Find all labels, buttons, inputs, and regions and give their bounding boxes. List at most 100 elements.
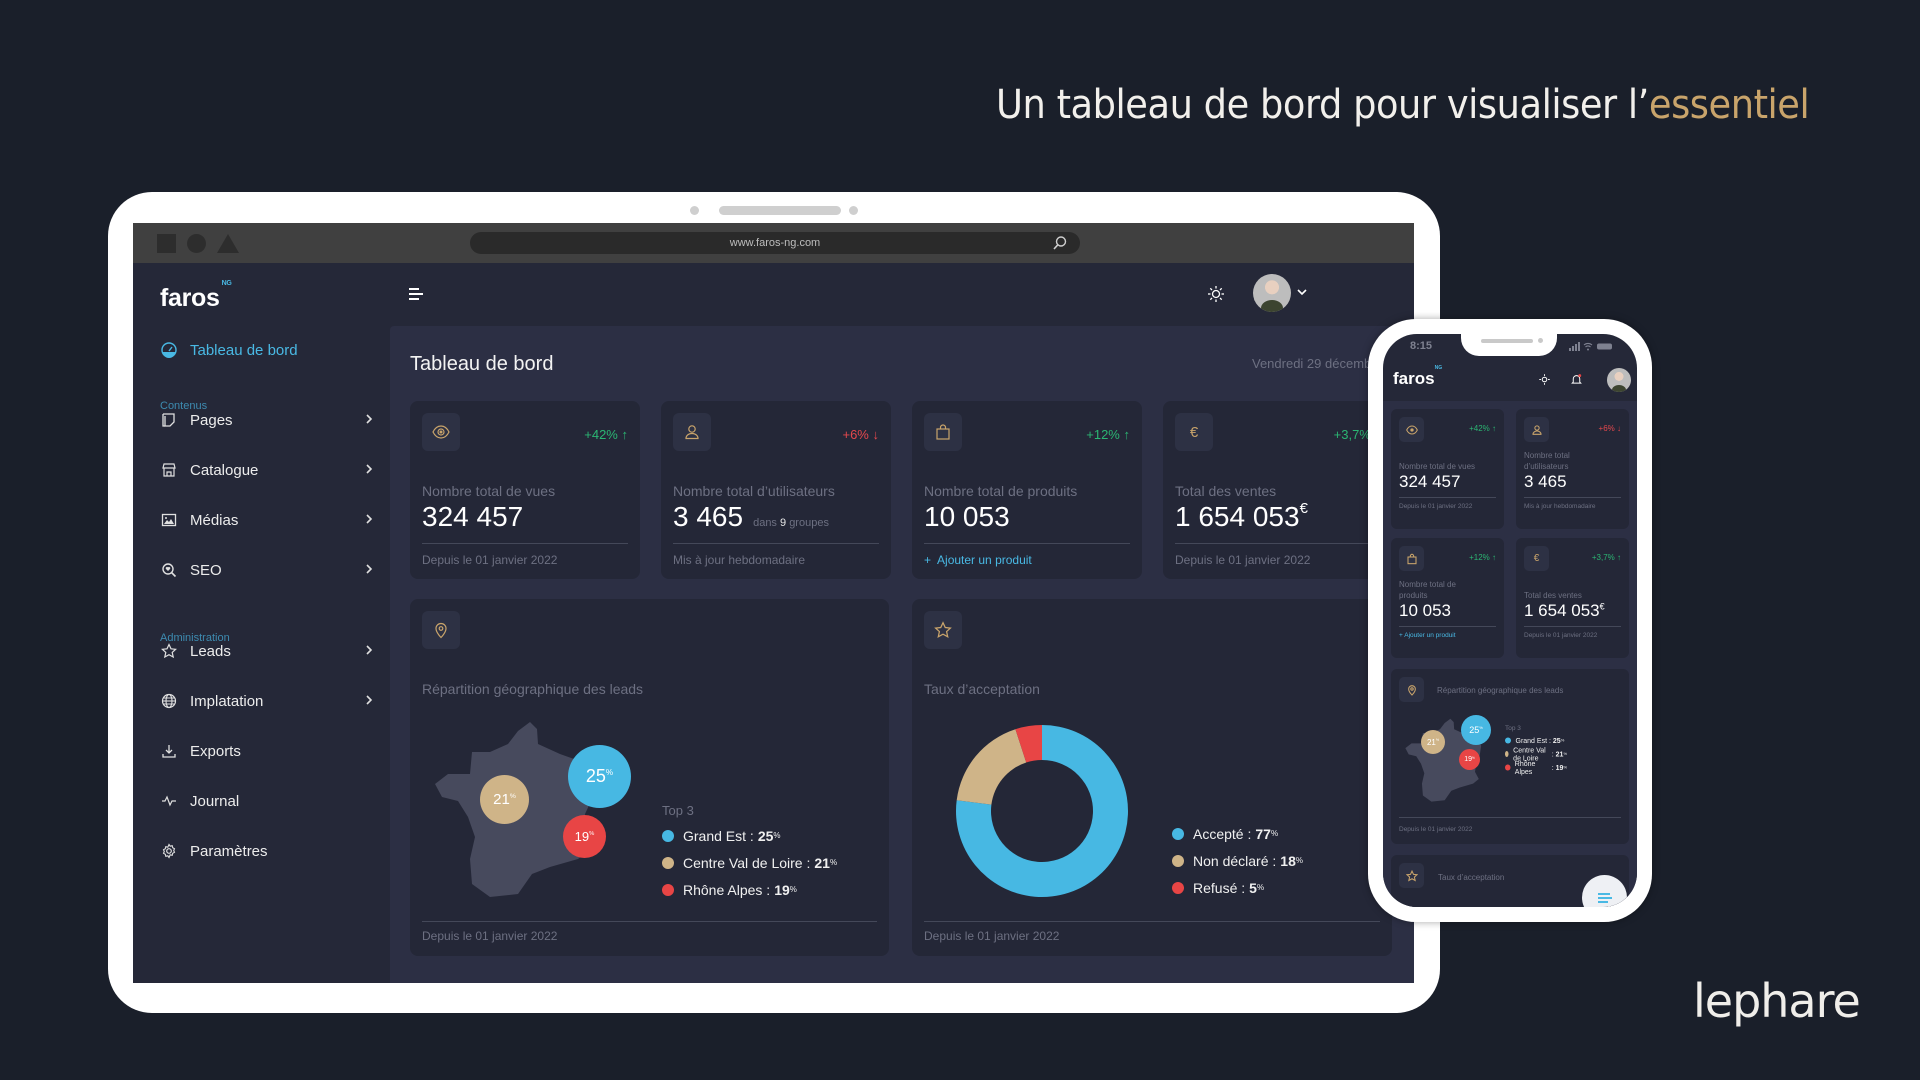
- sidebar-item-pages[interactable]: Pages: [160, 408, 375, 432]
- phone-stat-products: +12% ↑ Nombre total de produits 10 053 +…: [1391, 538, 1504, 658]
- card-footnote: Depuis le 01 janvier 2022: [924, 929, 1060, 943]
- legend-value: 77: [1255, 825, 1271, 842]
- divider: [1399, 817, 1621, 818]
- stat-card-products: +12% ↑ Nombre total de produits 10 053 +…: [912, 401, 1142, 579]
- trend-value: +42%: [584, 427, 618, 442]
- sidebar-item-implatation[interactable]: Implatation: [160, 689, 375, 713]
- sidebar-item-journal[interactable]: Journal: [160, 789, 375, 813]
- sidebar-item-seo[interactable]: SEO: [160, 558, 375, 582]
- bubble-unit: %: [605, 767, 614, 777]
- legend-unit: %: [829, 858, 838, 867]
- sidebar-item-exports[interactable]: Exports: [160, 739, 375, 763]
- star-icon: [160, 642, 178, 660]
- trend-value: +6%: [1598, 424, 1615, 433]
- download-icon: [160, 742, 178, 760]
- stat-label: Total des ventes: [1524, 591, 1582, 600]
- faros-logo[interactable]: farosNG: [160, 280, 232, 313]
- browser-bar: www.faros-ng.com: [133, 223, 1414, 263]
- logo-text: faros: [1393, 369, 1435, 388]
- chevron-right-icon: [366, 564, 373, 574]
- legend-label: Rhône Alpes: [1514, 759, 1536, 776]
- sidebar-item-leads[interactable]: Leads: [160, 639, 375, 663]
- legend-unit: %: [1270, 829, 1279, 838]
- divider: [422, 921, 877, 922]
- user-avatar[interactable]: [1607, 368, 1631, 392]
- add-product-link[interactable]: + Ajouter un produit: [1399, 632, 1456, 639]
- arrow-down-icon: ↓: [872, 427, 880, 442]
- trend-badge: +6% ↓: [842, 427, 879, 442]
- add-product-label: Ajouter un produit: [1404, 632, 1456, 639]
- chevron-right-icon: [366, 414, 373, 424]
- bubble-unit: %: [589, 830, 595, 837]
- stat-label: Nombre total de produits: [1399, 580, 1456, 600]
- user-avatar[interactable]: [1253, 274, 1291, 312]
- arrow-up-icon: ↑: [621, 427, 629, 442]
- plus-icon: +: [924, 553, 932, 567]
- euro-icon: €: [1175, 413, 1213, 451]
- sidebar-item-tableau-de-bord[interactable]: Tableau de bord: [160, 338, 375, 362]
- currency-unit: €: [1599, 601, 1605, 612]
- bubble-value: 19: [1464, 756, 1472, 763]
- menu-toggle-button[interactable]: [409, 288, 425, 302]
- legend-value: 25: [757, 827, 774, 844]
- sun-icon[interactable]: [1206, 284, 1226, 304]
- legend-dot: [1505, 750, 1509, 757]
- legend-label: Centre Val de Loire: [683, 854, 803, 871]
- circle-icon[interactable]: [187, 234, 206, 253]
- legend-value: 25: [1552, 736, 1561, 745]
- legend-label: Accepté: [1193, 825, 1244, 842]
- stat-value-number: 1 654 053: [1175, 501, 1300, 532]
- menu-lines-icon: [1597, 891, 1612, 905]
- arrow-up-icon: ↑: [1123, 427, 1131, 442]
- legend-dot: [1172, 827, 1184, 840]
- sidebar-item-medias[interactable]: Médias: [160, 508, 375, 532]
- chevron-right-icon: [366, 464, 373, 474]
- chevron-right-icon: [366, 695, 373, 705]
- legend-unit: %: [1295, 856, 1303, 865]
- eye-icon: [422, 413, 460, 451]
- search-icon[interactable]: [1052, 235, 1068, 251]
- url-bar[interactable]: www.faros-ng.com: [470, 232, 1080, 254]
- sidebar-item-parametres[interactable]: Paramètres: [160, 839, 375, 863]
- groups-count: dans 9 groupes: [753, 517, 829, 529]
- faros-logo[interactable]: farosNG: [1393, 365, 1442, 389]
- map-pin-icon: [422, 611, 460, 649]
- triangle-icon[interactable]: [217, 234, 239, 253]
- bell-icon[interactable]: [1570, 373, 1583, 386]
- camera-dot: [690, 206, 699, 215]
- phone-geo-card: Répartition géographique des leads 25% 2…: [1391, 669, 1629, 844]
- eye-icon: [1399, 417, 1424, 442]
- legend-unit: %: [1256, 883, 1265, 892]
- legend-value: 21: [1555, 749, 1564, 758]
- sidebar-item-label: Implatation: [190, 692, 264, 710]
- card-footnote: Depuis le 01 janvier 2022: [422, 929, 558, 943]
- geo-leads-card: Répartition géographique des leads 25% 2…: [410, 599, 889, 956]
- legend-dot: [1172, 854, 1184, 867]
- stat-value-number: 1 654 053: [1524, 601, 1600, 620]
- square-icon[interactable]: [157, 234, 176, 253]
- card-footnote: Depuis le 01 janvier 2022: [1399, 826, 1473, 833]
- bubble-unit: %: [509, 792, 516, 800]
- add-product-link[interactable]: + Ajouter un produit: [924, 553, 1032, 567]
- trend-badge: +42% ↑: [584, 427, 628, 442]
- stat-value: 3 465 dans 9 groupes: [673, 501, 829, 533]
- chevron-down-icon[interactable]: [1296, 287, 1308, 297]
- shopping-bag-icon: [924, 413, 962, 451]
- trend-badge: +12% ↑: [1086, 427, 1130, 442]
- sun-icon[interactable]: [1538, 373, 1551, 386]
- stat-value: 1 654 053€: [1524, 601, 1605, 621]
- camera-dot: [849, 206, 858, 215]
- sidebar-item-catalogue[interactable]: Catalogue: [160, 458, 375, 482]
- divider: [422, 543, 628, 544]
- laptop-frame: www.faros-ng.com farosNG Tableau de bord…: [108, 192, 1440, 1013]
- bubble-centre-val-de-loire: 21%: [1421, 730, 1445, 754]
- acceptance-legend: Accepté :77% Non déclaré :18% Refusé :5%: [1172, 820, 1303, 901]
- image-icon: [160, 511, 178, 529]
- main-content: Tableau de bord Vendredi 29 décembre +42…: [390, 326, 1414, 983]
- legend-dot: [662, 883, 674, 896]
- bubble-grand-est: 25%: [1461, 715, 1491, 745]
- card-title: Répartition géographique des leads: [1437, 686, 1564, 695]
- map-pin-icon: [1399, 677, 1424, 702]
- legend-dot: [662, 829, 674, 842]
- search-heart-icon: [160, 561, 178, 579]
